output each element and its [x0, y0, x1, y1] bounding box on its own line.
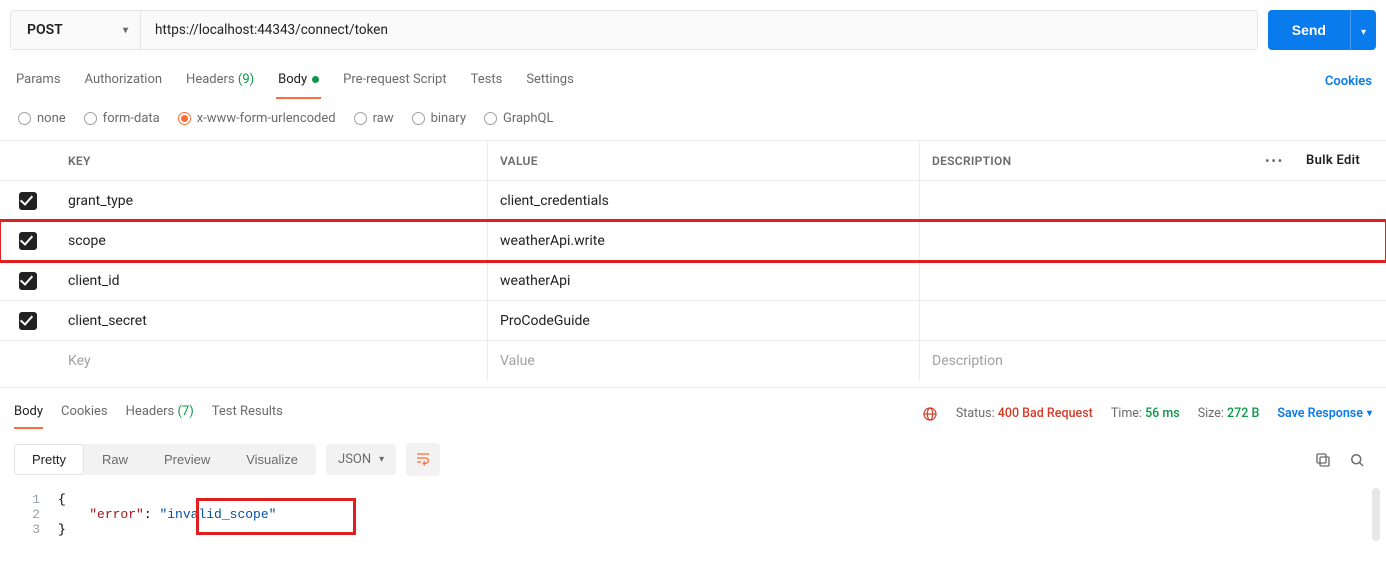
tab-authorization[interactable]: Authorization [83, 64, 165, 99]
dot-indicator-icon [312, 76, 319, 83]
save-response-button[interactable]: Save Response ▾ [1277, 406, 1372, 421]
chevron-down-icon: ▾ [123, 25, 128, 36]
row-enable-checkbox[interactable] [19, 272, 37, 290]
resp-tab-cookies[interactable]: Cookies [61, 398, 108, 429]
body-type-none[interactable]: none [18, 111, 66, 126]
line-number: 3 [14, 522, 58, 537]
tab-headers[interactable]: Headers (9) [184, 64, 256, 99]
key-placeholder[interactable]: Key [56, 341, 488, 381]
radio-icon [178, 112, 191, 125]
radio-icon [18, 112, 31, 125]
table-row: client_id weatherApi [0, 261, 1386, 301]
value-placeholder[interactable]: Value [488, 341, 920, 381]
key-cell[interactable]: scope [56, 221, 488, 260]
format-select[interactable]: JSON ▾ [326, 444, 396, 475]
tab-body[interactable]: Body [276, 64, 321, 99]
chevron-down-icon: ▾ [1367, 408, 1372, 419]
key-cell[interactable]: client_id [56, 261, 488, 300]
size-value: 272 B [1227, 406, 1259, 421]
search-icon[interactable] [1348, 451, 1366, 469]
body-type-urlencoded[interactable]: x-www-form-urlencoded [178, 111, 336, 126]
desc-cell[interactable] [920, 301, 1386, 340]
value-cell[interactable]: weatherApi.write [488, 221, 920, 260]
view-preview[interactable]: Preview [146, 444, 228, 475]
chevron-down-icon: ▾ [1361, 27, 1366, 38]
value-cell[interactable]: weatherApi [488, 261, 920, 300]
line-number: 2 [14, 507, 58, 522]
cookies-link[interactable]: Cookies [1325, 74, 1372, 89]
row-enable-checkbox[interactable] [19, 312, 37, 330]
view-visualize[interactable]: Visualize [228, 444, 316, 475]
table-row: scope weatherApi.write [0, 221, 1386, 261]
radio-icon [412, 112, 425, 125]
params-table: KEY VALUE DESCRIPTION ••• Bulk Edit gran… [0, 140, 1386, 381]
tab-prerequest[interactable]: Pre-request Script [341, 64, 448, 99]
tab-params[interactable]: Params [14, 64, 63, 99]
body-type-radios: none form-data x-www-form-urlencoded raw… [0, 99, 1386, 140]
col-value: VALUE [488, 141, 920, 180]
value-cell[interactable]: ProCodeGuide [488, 301, 920, 340]
scrollbar[interactable] [1372, 488, 1380, 541]
resp-tab-headers[interactable]: Headers (7) [126, 398, 194, 429]
table-row: grant_type client_credentials [0, 181, 1386, 221]
table-placeholder-row: Key Value Description [0, 341, 1386, 381]
col-key: KEY [56, 141, 488, 180]
value-cell[interactable]: client_credentials [488, 181, 920, 220]
desc-cell[interactable] [920, 181, 1386, 220]
radio-icon [484, 112, 497, 125]
response-tabs: Body Cookies Headers (7) Test Results [14, 398, 283, 429]
row-enable-checkbox[interactable] [19, 192, 37, 210]
resp-tab-testresults[interactable]: Test Results [212, 398, 283, 429]
body-type-graphql[interactable]: GraphQL [484, 111, 553, 126]
tab-tests[interactable]: Tests [469, 64, 505, 99]
body-type-binary[interactable]: binary [412, 111, 466, 126]
time-value: 56 ms [1145, 406, 1180, 421]
desc-cell[interactable] [920, 261, 1386, 300]
view-raw[interactable]: Raw [84, 444, 146, 475]
radio-icon [354, 112, 367, 125]
key-cell[interactable]: client_secret [56, 301, 488, 340]
chevron-down-icon: ▾ [379, 454, 384, 465]
body-type-formdata[interactable]: form-data [84, 111, 160, 126]
col-description: DESCRIPTION [932, 154, 1011, 168]
request-url-input[interactable]: https://localhost:44343/connect/token [141, 11, 1257, 49]
send-dropdown-button[interactable]: ▾ [1350, 10, 1376, 50]
request-tabs: Params Authorization Headers (9) Body Pr… [14, 64, 576, 99]
http-method-label: POST [27, 22, 63, 38]
status-value: 400 Bad Request [998, 406, 1093, 421]
resp-tab-body[interactable]: Body [14, 398, 43, 429]
response-meta: Status: 400 Bad Request Time: 56 ms Size… [922, 406, 1372, 422]
desc-cell[interactable] [920, 221, 1386, 260]
table-row: client_secret ProCodeGuide [0, 301, 1386, 341]
key-cell[interactable]: grant_type [56, 181, 488, 220]
desc-placeholder[interactable]: Description [920, 341, 1386, 381]
view-pretty[interactable]: Pretty [14, 444, 84, 475]
network-icon[interactable] [922, 406, 938, 422]
table-header-row: KEY VALUE DESCRIPTION ••• Bulk Edit [0, 141, 1386, 181]
wrap-lines-button[interactable] [406, 443, 440, 476]
wrap-icon [415, 450, 431, 466]
bulk-edit-button[interactable]: Bulk Edit [1306, 153, 1360, 168]
request-url-text: https://localhost:44343/connect/token [155, 22, 388, 38]
body-type-raw[interactable]: raw [354, 111, 394, 126]
radio-icon [84, 112, 97, 125]
column-options-button[interactable]: ••• [1265, 154, 1284, 168]
tab-settings[interactable]: Settings [524, 64, 575, 99]
response-body[interactable]: 1 { 2 "error": "invalid_scope" 3 } [0, 482, 1386, 547]
view-mode-group: Pretty Raw Preview Visualize [14, 444, 316, 475]
copy-icon[interactable] [1314, 451, 1332, 469]
http-method-select[interactable]: POST ▾ [11, 11, 141, 49]
line-number: 1 [14, 492, 58, 507]
send-button[interactable]: Send [1268, 10, 1350, 50]
row-enable-checkbox[interactable] [19, 232, 37, 250]
